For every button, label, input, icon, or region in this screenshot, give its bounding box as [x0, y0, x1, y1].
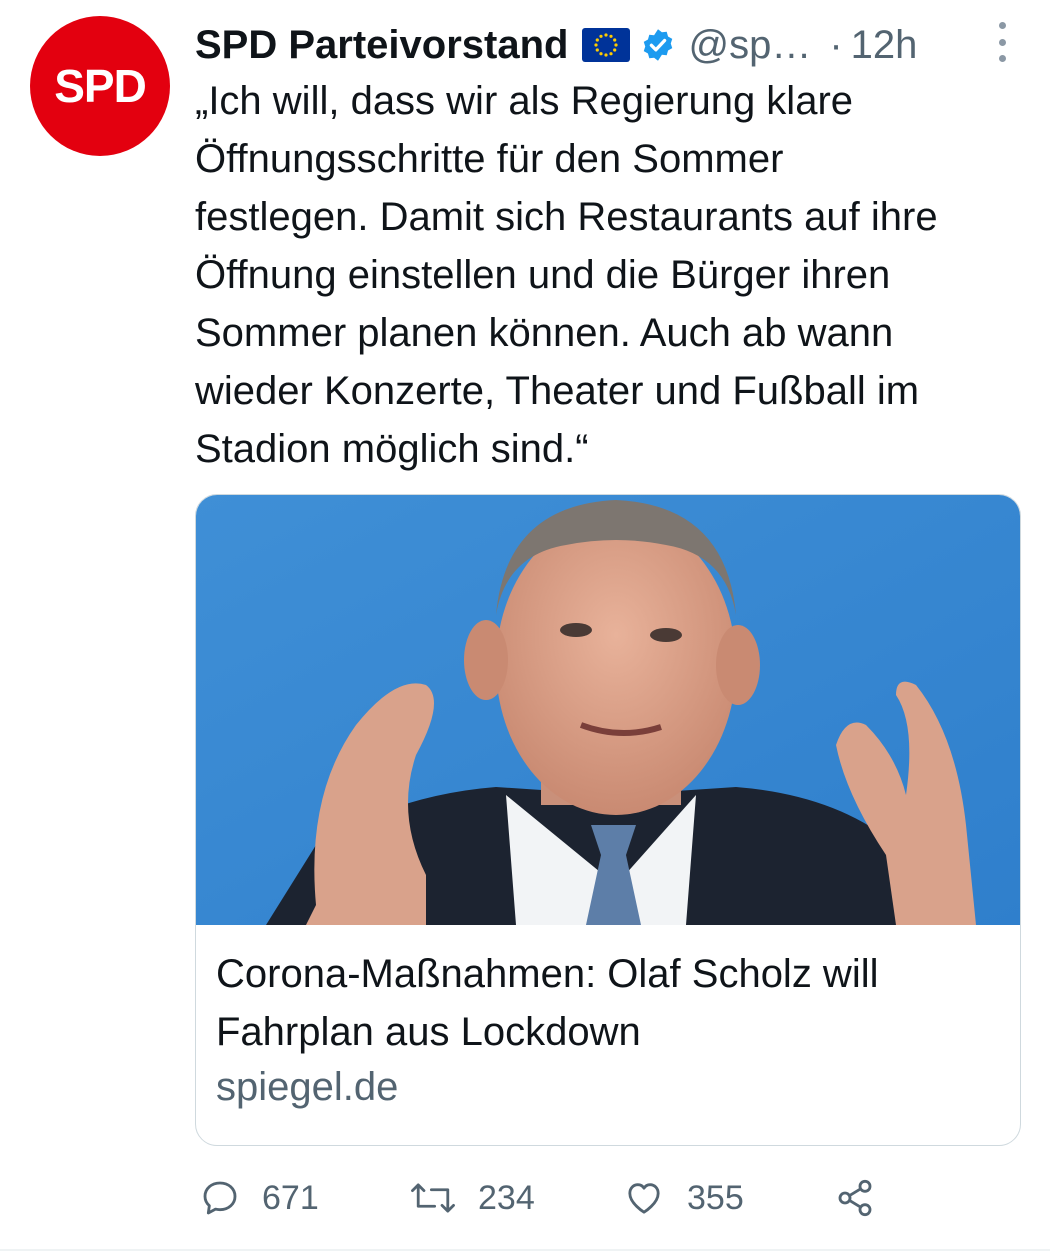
eu-flag-icon: [582, 28, 631, 62]
author-name[interactable]: SPD Parteivorstand: [195, 23, 568, 68]
heart-icon: [628, 1183, 660, 1214]
verified-badge-icon: [644, 29, 673, 61]
reply-button[interactable]: 671: [200, 1170, 319, 1226]
avatar-text: SPD: [54, 60, 147, 112]
reply-count: 671: [262, 1178, 319, 1217]
share-icon: [838, 1179, 872, 1217]
more-vertical-icon[interactable]: [992, 22, 1012, 62]
tweet-header: SPD Parteivorstand @sp… · 12h: [195, 20, 1030, 70]
retweet-icon: [411, 1183, 455, 1213]
retweet-count: 234: [478, 1178, 535, 1217]
tweet-text: „Ich will, dass wir als Regierung klare …: [195, 79, 938, 471]
like-count: 355: [687, 1178, 744, 1217]
card-image: [196, 495, 1020, 925]
separator-dot: ·: [829, 22, 843, 67]
reply-bubble-icon: [203, 1181, 237, 1215]
like-button[interactable]: 355: [623, 1170, 744, 1226]
link-card[interactable]: Corona-Maßnahmen: Olaf Scholz will Fahrp…: [195, 494, 1021, 1146]
timestamp[interactable]: 12h: [851, 23, 918, 68]
avatar[interactable]: SPD: [30, 16, 170, 156]
author-handle[interactable]: @sp…: [688, 23, 811, 68]
share-button[interactable]: [835, 1170, 897, 1226]
tweet-actions: 671 234 355: [195, 1170, 1025, 1226]
retweet-button[interactable]: 234: [410, 1170, 535, 1226]
card-domain: spiegel.de: [216, 1065, 399, 1109]
card-title[interactable]: Corona-Maßnahmen: Olaf Scholz will Fahrp…: [216, 945, 996, 1061]
